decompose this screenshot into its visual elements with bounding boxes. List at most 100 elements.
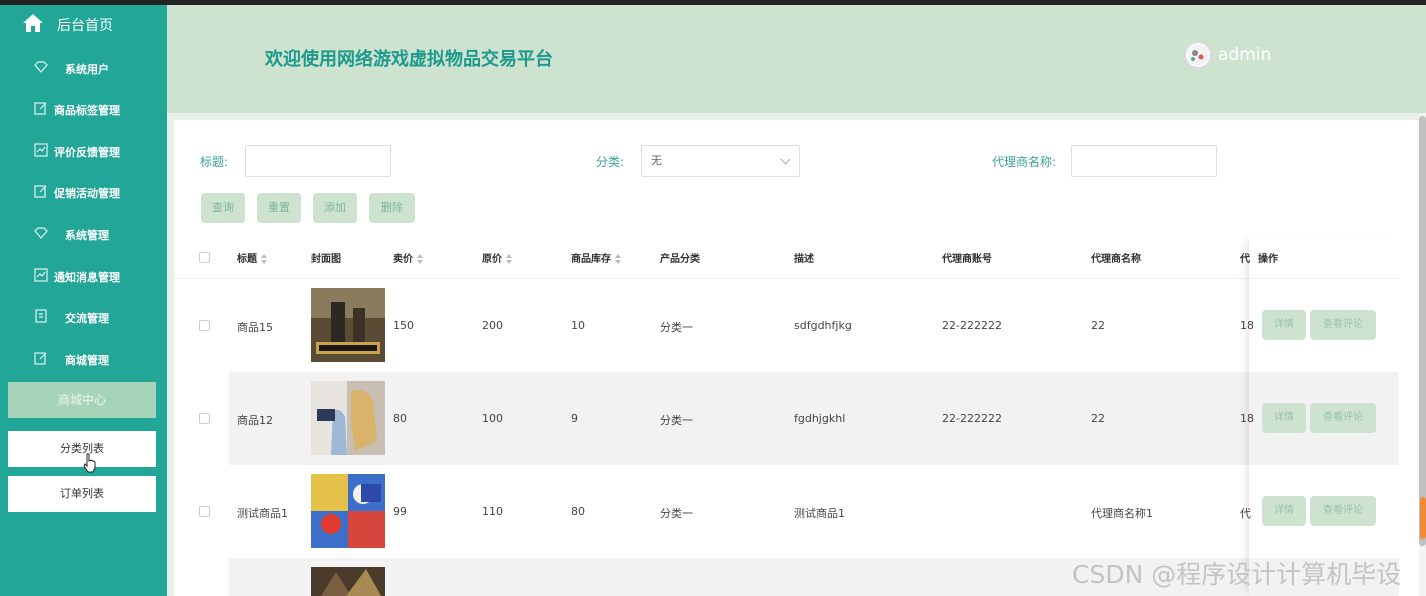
diamond-icon <box>34 61 48 73</box>
cover-image <box>311 567 385 596</box>
sidebar-item-label: 商品标签管理 <box>54 104 120 117</box>
detail-button[interactable]: 详情 <box>1262 403 1306 433</box>
avatar-icon <box>1187 44 1209 66</box>
sidebar-item-communication[interactable]: 交流管理 <box>0 297 167 337</box>
cell-category: 分类一 <box>660 414 693 427</box>
sidebar-group-mall-center[interactable]: 商城中心 <box>8 382 156 418</box>
sidebar-item-system-users[interactable]: 系统用户 <box>0 48 167 88</box>
column-header-orig-price[interactable]: 原价 <box>482 250 513 265</box>
chart-icon <box>34 143 48 157</box>
sidebar-home-label: 后台首页 <box>57 18 113 34</box>
cell-stock: 9 <box>571 412 578 425</box>
cell-price: 150 <box>393 319 414 332</box>
cell-title: 测试商品1 <box>237 507 288 520</box>
cell-orig-price: 200 <box>482 319 503 332</box>
top-header: 欢迎使用网络游戏虚拟物品交易平台 admin <box>167 5 1426 113</box>
sidebar-item-mall[interactable]: 商城管理 <box>0 339 167 379</box>
sort-icon[interactable] <box>615 254 622 264</box>
sidebar-item-label: 商城管理 <box>65 354 109 367</box>
cell-agent-name: 22 <box>1091 412 1105 425</box>
cell-agent-account: 22-222222 <box>942 412 1002 425</box>
cover-image <box>311 474 385 548</box>
sidebar-item-promotions[interactable]: 促销活动管理 <box>0 172 167 212</box>
agent-filter-input[interactable] <box>1071 145 1217 177</box>
edit-icon <box>34 102 47 115</box>
sidebar-item-product-tags[interactable]: 商品标签管理 <box>0 89 167 129</box>
sidebar-item-system-mgmt[interactable]: 系统管理 <box>0 214 167 254</box>
cell-orig-price: 110 <box>482 505 503 518</box>
sidebar-item-label: 交流管理 <box>65 312 109 325</box>
cell-category: 分类一 <box>660 321 693 334</box>
view-comments-button[interactable]: 查看评论 <box>1310 310 1376 340</box>
scrollbar-thumb[interactable] <box>1419 116 1426 546</box>
column-header-operations: 操作 <box>1258 254 1278 265</box>
chevron-down-icon <box>780 154 791 165</box>
chart-icon <box>34 268 48 282</box>
delete-button[interactable]: 删除 <box>369 193 415 223</box>
sidebar-item-feedback[interactable]: 评价反馈管理 <box>0 131 167 171</box>
column-header-agent-name: 代理商名称 <box>1091 254 1141 265</box>
cell-price: 99 <box>393 505 407 518</box>
sidebar-item-notifications[interactable]: 通知消息管理 <box>0 256 167 296</box>
cell-agent-account: 22-222222 <box>942 319 1002 332</box>
sidebar-sub-order-list[interactable]: 订单列表 <box>8 476 156 512</box>
column-header-price[interactable]: 卖价 <box>393 250 424 265</box>
sort-icon[interactable] <box>261 254 268 264</box>
row-checkbox[interactable] <box>199 413 210 424</box>
detail-button[interactable]: 详情 <box>1262 496 1306 526</box>
title-filter-input[interactable] <box>245 145 391 177</box>
cell-title: 商品15 <box>237 321 273 334</box>
category-filter-label: 分类: <box>596 155 625 169</box>
view-comments-button[interactable]: 查看评论 <box>1310 496 1376 526</box>
category-filter-select[interactable]: 无 <box>641 145 800 177</box>
avatar[interactable] <box>1184 41 1212 69</box>
column-header-desc: 描述 <box>794 254 814 265</box>
cell-desc: fgdhjgkhl <box>794 412 846 425</box>
cell-agent-name: 22 <box>1091 319 1105 332</box>
mouse-cursor-icon <box>83 453 96 473</box>
sort-icon[interactable] <box>417 254 424 264</box>
home-icon <box>23 14 43 32</box>
row-checkbox[interactable] <box>199 506 210 517</box>
sidebar-item-label: 系统管理 <box>65 229 109 242</box>
cover-image <box>311 381 385 455</box>
detail-button[interactable]: 详情 <box>1262 310 1306 340</box>
doc-icon <box>35 309 47 323</box>
cell-desc: sdfgdhfjkg <box>794 319 852 332</box>
agent-filter-label: 代理商名称: <box>992 155 1057 169</box>
sidebar-home[interactable]: 后台首页 <box>0 5 167 43</box>
query-button[interactable]: 查询 <box>201 193 245 223</box>
add-button[interactable]: 添加 <box>313 193 357 223</box>
category-filter-value: 无 <box>651 154 662 167</box>
cell-orig-price: 100 <box>482 412 503 425</box>
column-header-title[interactable]: 标题 <box>237 250 268 265</box>
diamond-icon <box>34 227 48 239</box>
column-header-stock[interactable]: 商品库存 <box>571 250 622 265</box>
sidebar-item-label: 促销活动管理 <box>54 187 120 200</box>
column-header-agent-account: 代理商账号 <box>942 254 992 265</box>
username[interactable]: admin <box>1218 45 1271 65</box>
sidebar-item-label: 通知消息管理 <box>54 271 120 284</box>
view-comments-button[interactable]: 查看评论 <box>1310 403 1376 433</box>
row-checkbox[interactable] <box>199 320 210 331</box>
column-header-cover: 封面图 <box>311 254 341 265</box>
sidebar-sub-category-list[interactable]: 分类列表 <box>8 431 156 467</box>
reset-button[interactable]: 重置 <box>257 193 301 223</box>
cover-image <box>311 288 385 362</box>
cell-agent-name: 代理商名称1 <box>1091 507 1153 520</box>
edit-icon <box>34 352 47 365</box>
cell-stock: 80 <box>571 505 585 518</box>
cell-stock: 10 <box>571 319 585 332</box>
column-header-category: 产品分类 <box>660 254 700 265</box>
side-float-tab[interactable] <box>1420 497 1426 539</box>
edit-icon <box>34 185 47 198</box>
title-filter-label: 标题: <box>200 155 229 169</box>
select-all-checkbox[interactable] <box>199 252 210 263</box>
sort-icon[interactable] <box>506 254 513 264</box>
cell-title: 商品12 <box>237 414 273 427</box>
cell-category: 分类一 <box>660 507 693 520</box>
sidebar-item-label: 评价反馈管理 <box>54 146 120 159</box>
page-title: 欢迎使用网络游戏虚拟物品交易平台 <box>265 49 553 70</box>
sidebar-item-label: 系统用户 <box>65 63 109 76</box>
watermark: CSDN @程序设计计算机毕设 <box>1072 560 1402 589</box>
